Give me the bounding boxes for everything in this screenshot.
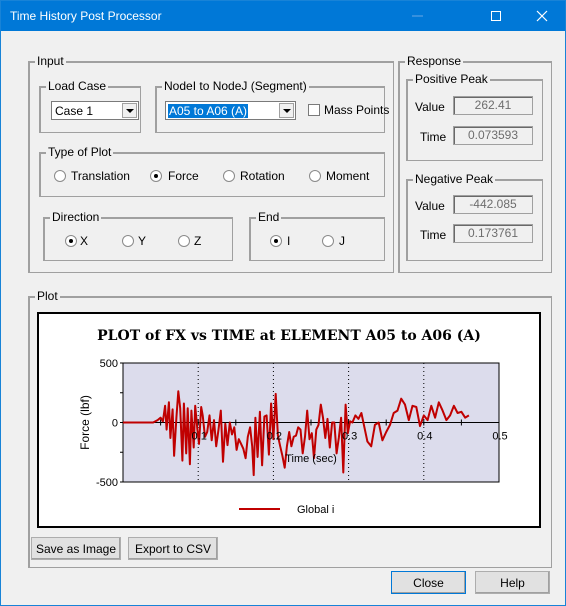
- dropdown-arrow[interactable]: [279, 103, 294, 118]
- positive-peak-group: Positive Peak Value 262.41 Time 0.073593: [406, 72, 543, 161]
- mass-points-checkbox[interactable]: [308, 104, 320, 116]
- i-label: I: [287, 234, 291, 248]
- chart-svg: 0.1 0.2 0.3 0.4 0.5 500 0 -500 Time (sec) Force (…: [78, 358, 508, 516]
- direction-label: Direction: [50, 210, 102, 224]
- dropdown-arrow[interactable]: [122, 103, 137, 118]
- response-group: Response Positive Peak Value 262.41 Time…: [398, 54, 552, 273]
- end-label: End: [256, 210, 282, 224]
- close-window-button[interactable]: [519, 1, 565, 31]
- export-to-csv-button[interactable]: Export to CSV: [128, 537, 218, 560]
- y-label: Y: [138, 234, 147, 248]
- x-tick-label: 0.5: [492, 431, 507, 443]
- radio-j[interactable]: [322, 235, 334, 247]
- chevron-down-icon: [125, 108, 134, 113]
- x-tick-label: 0.2: [267, 431, 282, 443]
- y-tick-label: 500: [100, 358, 118, 370]
- mass-points-label: Mass Points: [324, 103, 390, 117]
- radio-x[interactable]: [65, 235, 77, 247]
- radio-i[interactable]: [270, 235, 282, 247]
- minimize-icon: [412, 15, 423, 17]
- end-group: End I J: [249, 210, 385, 261]
- maximize-button[interactable]: [473, 1, 519, 31]
- radio-rotation[interactable]: [223, 170, 235, 182]
- translation-label: Translation: [71, 169, 130, 183]
- negative-peak-group: Negative Peak Value -442.085 Time 0.1737…: [406, 172, 543, 261]
- radio-moment[interactable]: [309, 170, 321, 182]
- z-label: Z: [194, 234, 202, 248]
- plot-group-label: Plot: [35, 289, 60, 303]
- negative-value-label: Value: [415, 199, 445, 213]
- segment-group: NodeI to NodeJ (Segment) A05 to A06 (A) …: [155, 79, 389, 133]
- radio-translation[interactable]: [54, 170, 66, 182]
- radio-force[interactable]: [150, 170, 162, 182]
- type-of-plot-label: Type of Plot: [46, 145, 114, 159]
- segment-label: NodeI to NodeJ (Segment): [162, 79, 309, 93]
- type-of-plot-group: Type of Plot Translation Force Rotation …: [39, 145, 385, 197]
- positive-peak-label: Positive Peak: [413, 72, 490, 86]
- window-title: Time History Post Processor: [10, 9, 162, 23]
- negative-peak-value: -442.085: [453, 195, 533, 214]
- segment-select[interactable]: A05 to A06 (A): [165, 101, 296, 120]
- close-button[interactable]: Close: [391, 571, 466, 594]
- input-group-label: Input: [35, 54, 66, 68]
- legend-label: Global i: [297, 504, 334, 516]
- title-bar: Time History Post Processor: [1, 1, 565, 31]
- minimize-button[interactable]: [395, 1, 441, 31]
- y-tick-label: 0: [112, 418, 118, 430]
- load-case-label: Load Case: [46, 79, 109, 93]
- x-label: X: [80, 234, 89, 248]
- j-label: J: [339, 234, 345, 248]
- force-label: Force: [168, 169, 199, 183]
- maximize-icon: [491, 11, 501, 21]
- positive-peak-time: 0.073593: [453, 126, 533, 145]
- x-axis-label: Time (sec): [285, 453, 337, 465]
- help-button[interactable]: Help: [475, 571, 550, 594]
- y-tick-label: -500: [96, 477, 118, 489]
- y-axis-label: Force (lbf): [78, 395, 92, 450]
- negative-peak-label: Negative Peak: [413, 172, 496, 186]
- negative-time-label: Time: [420, 228, 447, 242]
- save-as-image-button[interactable]: Save as Image: [31, 537, 121, 560]
- positive-peak-value: 262.41: [453, 96, 533, 115]
- direction-group: Direction X Y Z: [43, 210, 233, 261]
- rotation-label: Rotation: [240, 169, 285, 183]
- window: Time History Post Processor Input Load C…: [0, 0, 566, 606]
- load-case-value: Case 1: [55, 104, 94, 118]
- negative-peak-time: 0.173761: [453, 224, 533, 243]
- moment-label: Moment: [326, 169, 370, 183]
- load-case-select[interactable]: Case 1: [51, 101, 139, 120]
- load-case-group: Load Case Case 1: [39, 79, 141, 133]
- input-group: Input Load Case Case 1 NodeI to NodeJ (S…: [28, 54, 394, 273]
- positive-time-label: Time: [420, 130, 447, 144]
- chevron-down-icon: [282, 108, 291, 113]
- x-tick-label: 0.3: [342, 431, 357, 443]
- chart-panel: PLOT of FX vs TIME at ELEMENT A05 to A06…: [37, 312, 541, 528]
- response-group-label: Response: [405, 54, 464, 68]
- positive-value-label: Value: [415, 100, 445, 114]
- radio-z[interactable]: [178, 235, 190, 247]
- segment-value: A05 to A06 (A): [168, 104, 249, 118]
- x-tick-label: 0.1: [192, 431, 207, 443]
- x-tick-label: 0.4: [417, 431, 432, 443]
- close-icon: [536, 10, 548, 22]
- radio-y[interactable]: [122, 235, 134, 247]
